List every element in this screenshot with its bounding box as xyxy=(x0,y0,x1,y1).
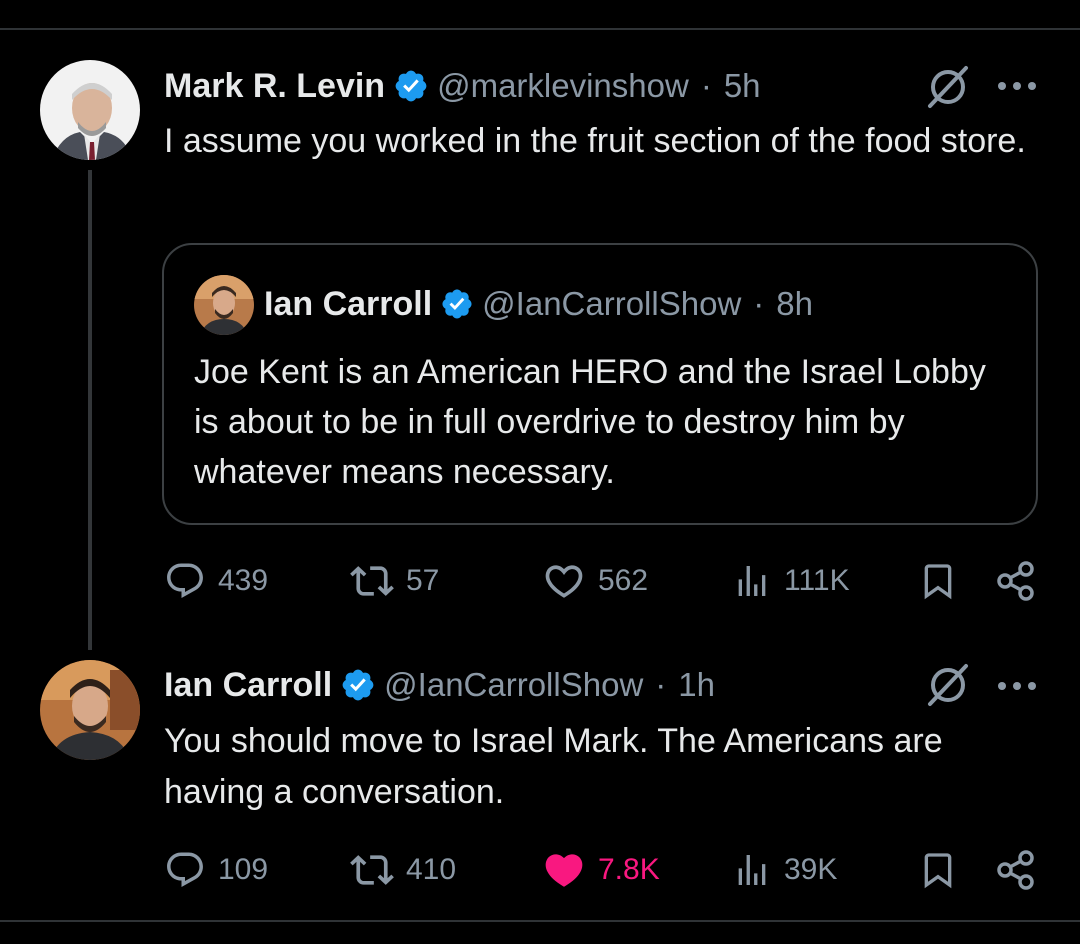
quoted-avatar[interactable] xyxy=(194,275,254,335)
bookmark-icon xyxy=(924,564,952,600)
separator-dot: · xyxy=(655,666,667,703)
more-icon[interactable] xyxy=(994,76,1040,96)
like-icon xyxy=(545,854,583,887)
reply-button[interactable]: 439 xyxy=(164,556,268,606)
share-button[interactable] xyxy=(994,845,1038,895)
thread-line xyxy=(88,170,92,650)
author-handle[interactable]: @IanCarrollShow xyxy=(384,666,643,704)
separator-dot: · xyxy=(753,285,765,322)
like-icon xyxy=(545,565,583,598)
bookmark-button[interactable] xyxy=(918,556,958,606)
quoted-tweet[interactable]: Ian Carroll @IanCarrollShow · 8h Joe Ken… xyxy=(162,243,1038,525)
grok-icon[interactable] xyxy=(922,660,972,710)
timestamp[interactable]: 1h xyxy=(678,666,715,704)
reply-button[interactable]: 109 xyxy=(164,845,268,895)
author-name[interactable]: Ian Carroll xyxy=(164,666,332,705)
tweet-header: Ian Carroll @IanCarrollShow · 1h xyxy=(164,662,715,708)
grok-icon[interactable] xyxy=(922,62,972,112)
repost-button[interactable]: 410 xyxy=(350,845,456,895)
verified-badge-icon xyxy=(442,289,472,319)
bookmark-icon xyxy=(924,853,952,889)
tweet-text: I assume you worked in the fruit section… xyxy=(164,122,1026,160)
views-count: 111K xyxy=(784,564,850,597)
tweet-header: Mark R. Levin @marklevinshow · 5h xyxy=(164,63,761,109)
views-count: 39K xyxy=(784,853,838,886)
retweet-icon xyxy=(350,566,394,596)
share-icon xyxy=(997,850,1034,890)
tweet-text: You should move to Israel Mark. The Amer… xyxy=(164,722,943,811)
like-count: 562 xyxy=(598,564,649,597)
share-icon xyxy=(997,561,1034,601)
reply-icon xyxy=(167,563,203,598)
views-icon xyxy=(738,566,766,596)
quoted-header: Ian Carroll @IanCarrollShow · 8h xyxy=(264,281,813,327)
repost-count: 410 xyxy=(406,853,457,886)
views-icon xyxy=(738,855,766,885)
share-button[interactable] xyxy=(994,556,1038,606)
repost-button[interactable]: 57 xyxy=(350,556,439,606)
tweet-actions: 109 410 7.8K 39K xyxy=(164,845,1044,895)
avatar[interactable] xyxy=(40,60,140,160)
top-divider xyxy=(0,28,1080,30)
quoted-author-handle[interactable]: @IanCarrollShow xyxy=(482,285,741,323)
reply-count: 109 xyxy=(218,853,269,886)
avatar[interactable] xyxy=(40,660,140,760)
author-handle[interactable]: @marklevinshow xyxy=(437,67,689,105)
quoted-tweet-text: Joe Kent is an American HERO and the Isr… xyxy=(194,353,986,491)
views-button[interactable]: 39K xyxy=(732,845,837,895)
author-name[interactable]: Mark R. Levin xyxy=(164,67,385,106)
more-icon[interactable] xyxy=(994,676,1040,696)
quoted-timestamp[interactable]: 8h xyxy=(776,285,813,323)
verified-badge-icon xyxy=(342,669,374,701)
retweet-icon xyxy=(350,855,394,885)
repost-count: 57 xyxy=(406,564,440,597)
views-button[interactable]: 111K xyxy=(732,556,850,606)
verified-badge-icon xyxy=(395,70,427,102)
bookmark-button[interactable] xyxy=(918,845,958,895)
like-button[interactable]: 562 xyxy=(542,556,648,606)
quoted-author-name[interactable]: Ian Carroll xyxy=(264,285,432,324)
separator-dot: · xyxy=(700,67,712,104)
reply-icon xyxy=(167,852,203,887)
like-count: 7.8K xyxy=(598,853,660,886)
timestamp[interactable]: 5h xyxy=(724,67,761,105)
tweet-actions: 439 57 562 111K xyxy=(164,556,1044,606)
bottom-divider xyxy=(0,920,1080,922)
reply-count: 439 xyxy=(218,564,269,597)
like-button[interactable]: 7.8K xyxy=(542,845,660,895)
